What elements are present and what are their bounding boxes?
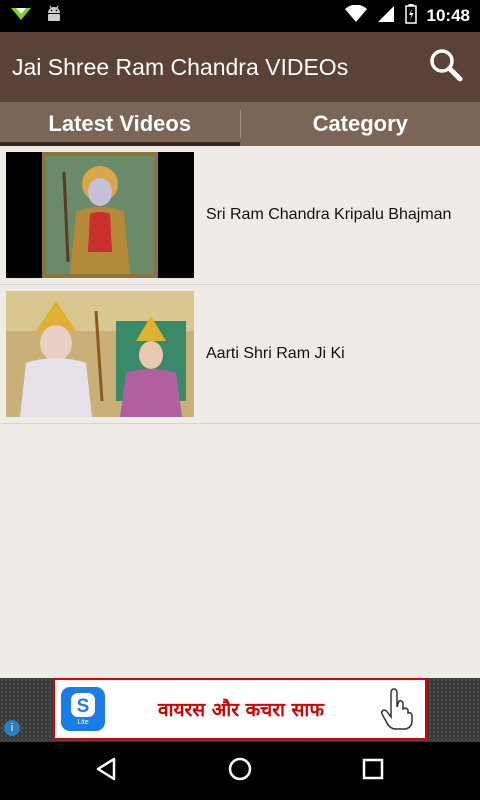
android-icon <box>46 4 62 29</box>
nav-bar <box>0 742 480 800</box>
video-list: Sri Ram Chandra Kripalu Bhajman Aarti Sh… <box>0 146 480 678</box>
back-icon <box>94 756 120 787</box>
back-button[interactable] <box>79 747 135 795</box>
app-bar: Jai Shree Ram Chandra VIDEOs <box>0 32 480 102</box>
ad-banner[interactable]: S Lite वायरस और कचरा साफ <box>53 678 427 740</box>
signal-icon <box>377 5 395 28</box>
tab-category[interactable]: Category <box>241 102 480 146</box>
video-title: Sri Ram Chandra Kripalu Bhajman <box>206 206 452 223</box>
search-button[interactable] <box>424 45 468 89</box>
video-thumbnail <box>6 152 194 278</box>
video-thumbnail <box>6 291 194 417</box>
wifi-icon <box>344 4 367 28</box>
home-icon <box>227 756 253 787</box>
list-item[interactable]: Aarti Shri Ram Ji Ki <box>0 285 480 424</box>
battery-icon <box>404 3 417 29</box>
tab-latest-videos[interactable]: Latest Videos <box>0 102 240 146</box>
ad-area: S Lite वायरस और कचरा साफ i <box>0 678 480 742</box>
status-bar: 10:48 <box>0 0 480 32</box>
recents-button[interactable] <box>345 747 401 795</box>
tab-bar: Latest Videos Category <box>0 102 480 146</box>
download-icon <box>10 6 32 27</box>
status-time: 10:48 <box>426 6 470 25</box>
video-title: Aarti Shri Ram Ji Ki <box>206 345 345 362</box>
list-item[interactable]: Sri Ram Chandra Kripalu Bhajman <box>0 146 480 285</box>
search-icon <box>428 47 464 88</box>
app-s-icon: S Lite <box>61 687 105 731</box>
ad-text: वायरस और कचरा साफ <box>158 699 324 721</box>
ad-app-icon-label: Lite <box>77 719 89 726</box>
info-icon[interactable]: i <box>4 720 20 736</box>
home-button[interactable] <box>212 747 268 795</box>
app-title: Jai Shree Ram Chandra VIDEOs <box>12 53 349 80</box>
pointer-hand-icon <box>377 687 417 731</box>
svg-text:S: S <box>77 696 90 717</box>
recents-icon <box>361 757 385 786</box>
